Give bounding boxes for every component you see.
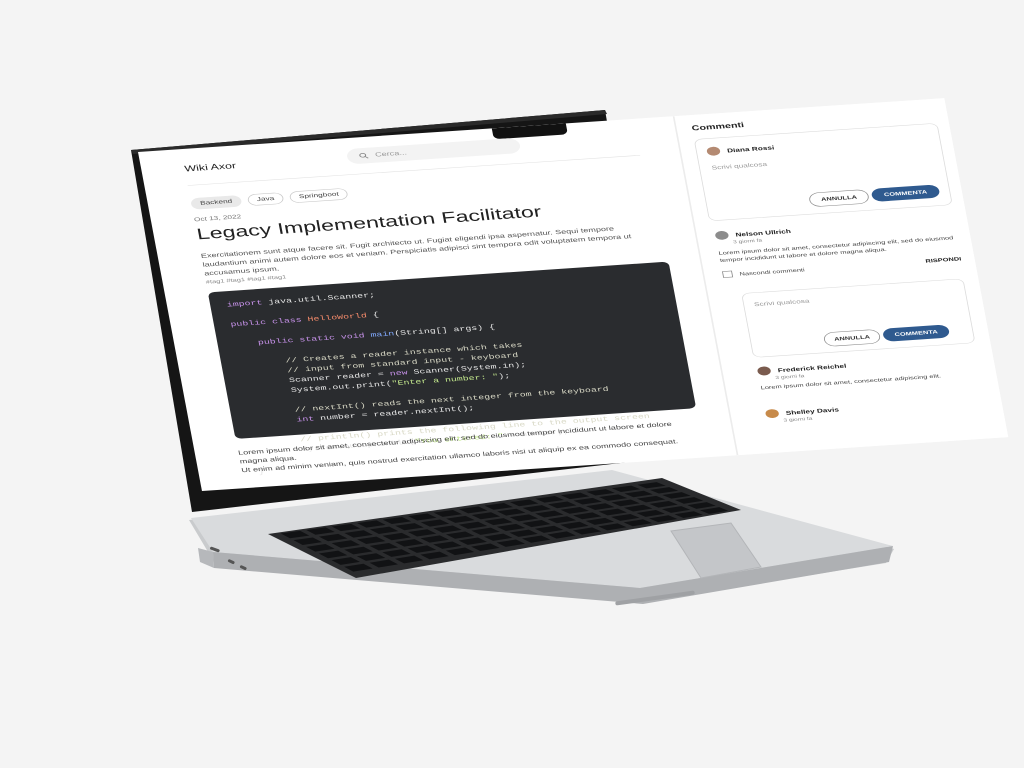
- hide-comments-toggle[interactable]: Nascondi commenti: [721, 264, 806, 279]
- hide-comments-label: Nascondi commenti: [739, 266, 806, 277]
- cancel-button[interactable]: ANNULLA: [808, 189, 870, 208]
- reply-button[interactable]: RISPONDI: [925, 256, 962, 264]
- comments-title: Commenti: [690, 120, 745, 133]
- comment-composer: Diana Rossi Scrivi qualcosa ANNULLA COMM…: [693, 122, 953, 222]
- search-icon: [359, 152, 369, 159]
- comment-item: Nelson Ullrich 3 giorni fa Lorem ipsum d…: [714, 215, 962, 280]
- avatar: [756, 365, 772, 376]
- tag-springboot[interactable]: Springboot: [288, 187, 349, 204]
- comment-item: Frederick Reichel 3 giorni fa Lorem ipsu…: [756, 352, 984, 392]
- submit-reply-button[interactable]: COMMENTA: [881, 324, 951, 342]
- comment-input[interactable]: Scrivi qualcosa: [711, 161, 767, 171]
- avatar: [706, 146, 721, 156]
- composer-user: Diana Rossi: [726, 144, 775, 155]
- tag-java[interactable]: Java: [246, 192, 285, 207]
- cancel-button[interactable]: ANNULLA: [822, 328, 882, 347]
- avatar: [764, 408, 780, 419]
- search-placeholder: Cerca...: [374, 149, 408, 159]
- avatar: [714, 230, 730, 241]
- code-block: import java.util.Scanner; public class He…: [207, 261, 697, 476]
- reply-input[interactable]: Scrivi qualcosa: [754, 298, 810, 308]
- article-pane: Wiki Axor Cerca... Backend Java Springbo…: [138, 116, 737, 491]
- article-date: Oct 13, 2022: [193, 213, 242, 223]
- tag-list: Backend Java Springboot: [190, 187, 349, 210]
- reply-composer: Scrivi qualcosa ANNULLA COMMENTA: [741, 278, 976, 358]
- search-input[interactable]: Cerca...: [345, 137, 522, 165]
- app-title[interactable]: Wiki Axor: [184, 161, 237, 174]
- submit-comment-button[interactable]: COMMENTA: [870, 184, 941, 202]
- tag-backend[interactable]: Backend: [190, 195, 243, 210]
- comment-item: Shelley Davis 3 giorni fa: [764, 394, 990, 424]
- screen: Wiki Axor Cerca... Backend Java Springbo…: [138, 98, 1009, 491]
- checkbox[interactable]: [721, 270, 734, 278]
